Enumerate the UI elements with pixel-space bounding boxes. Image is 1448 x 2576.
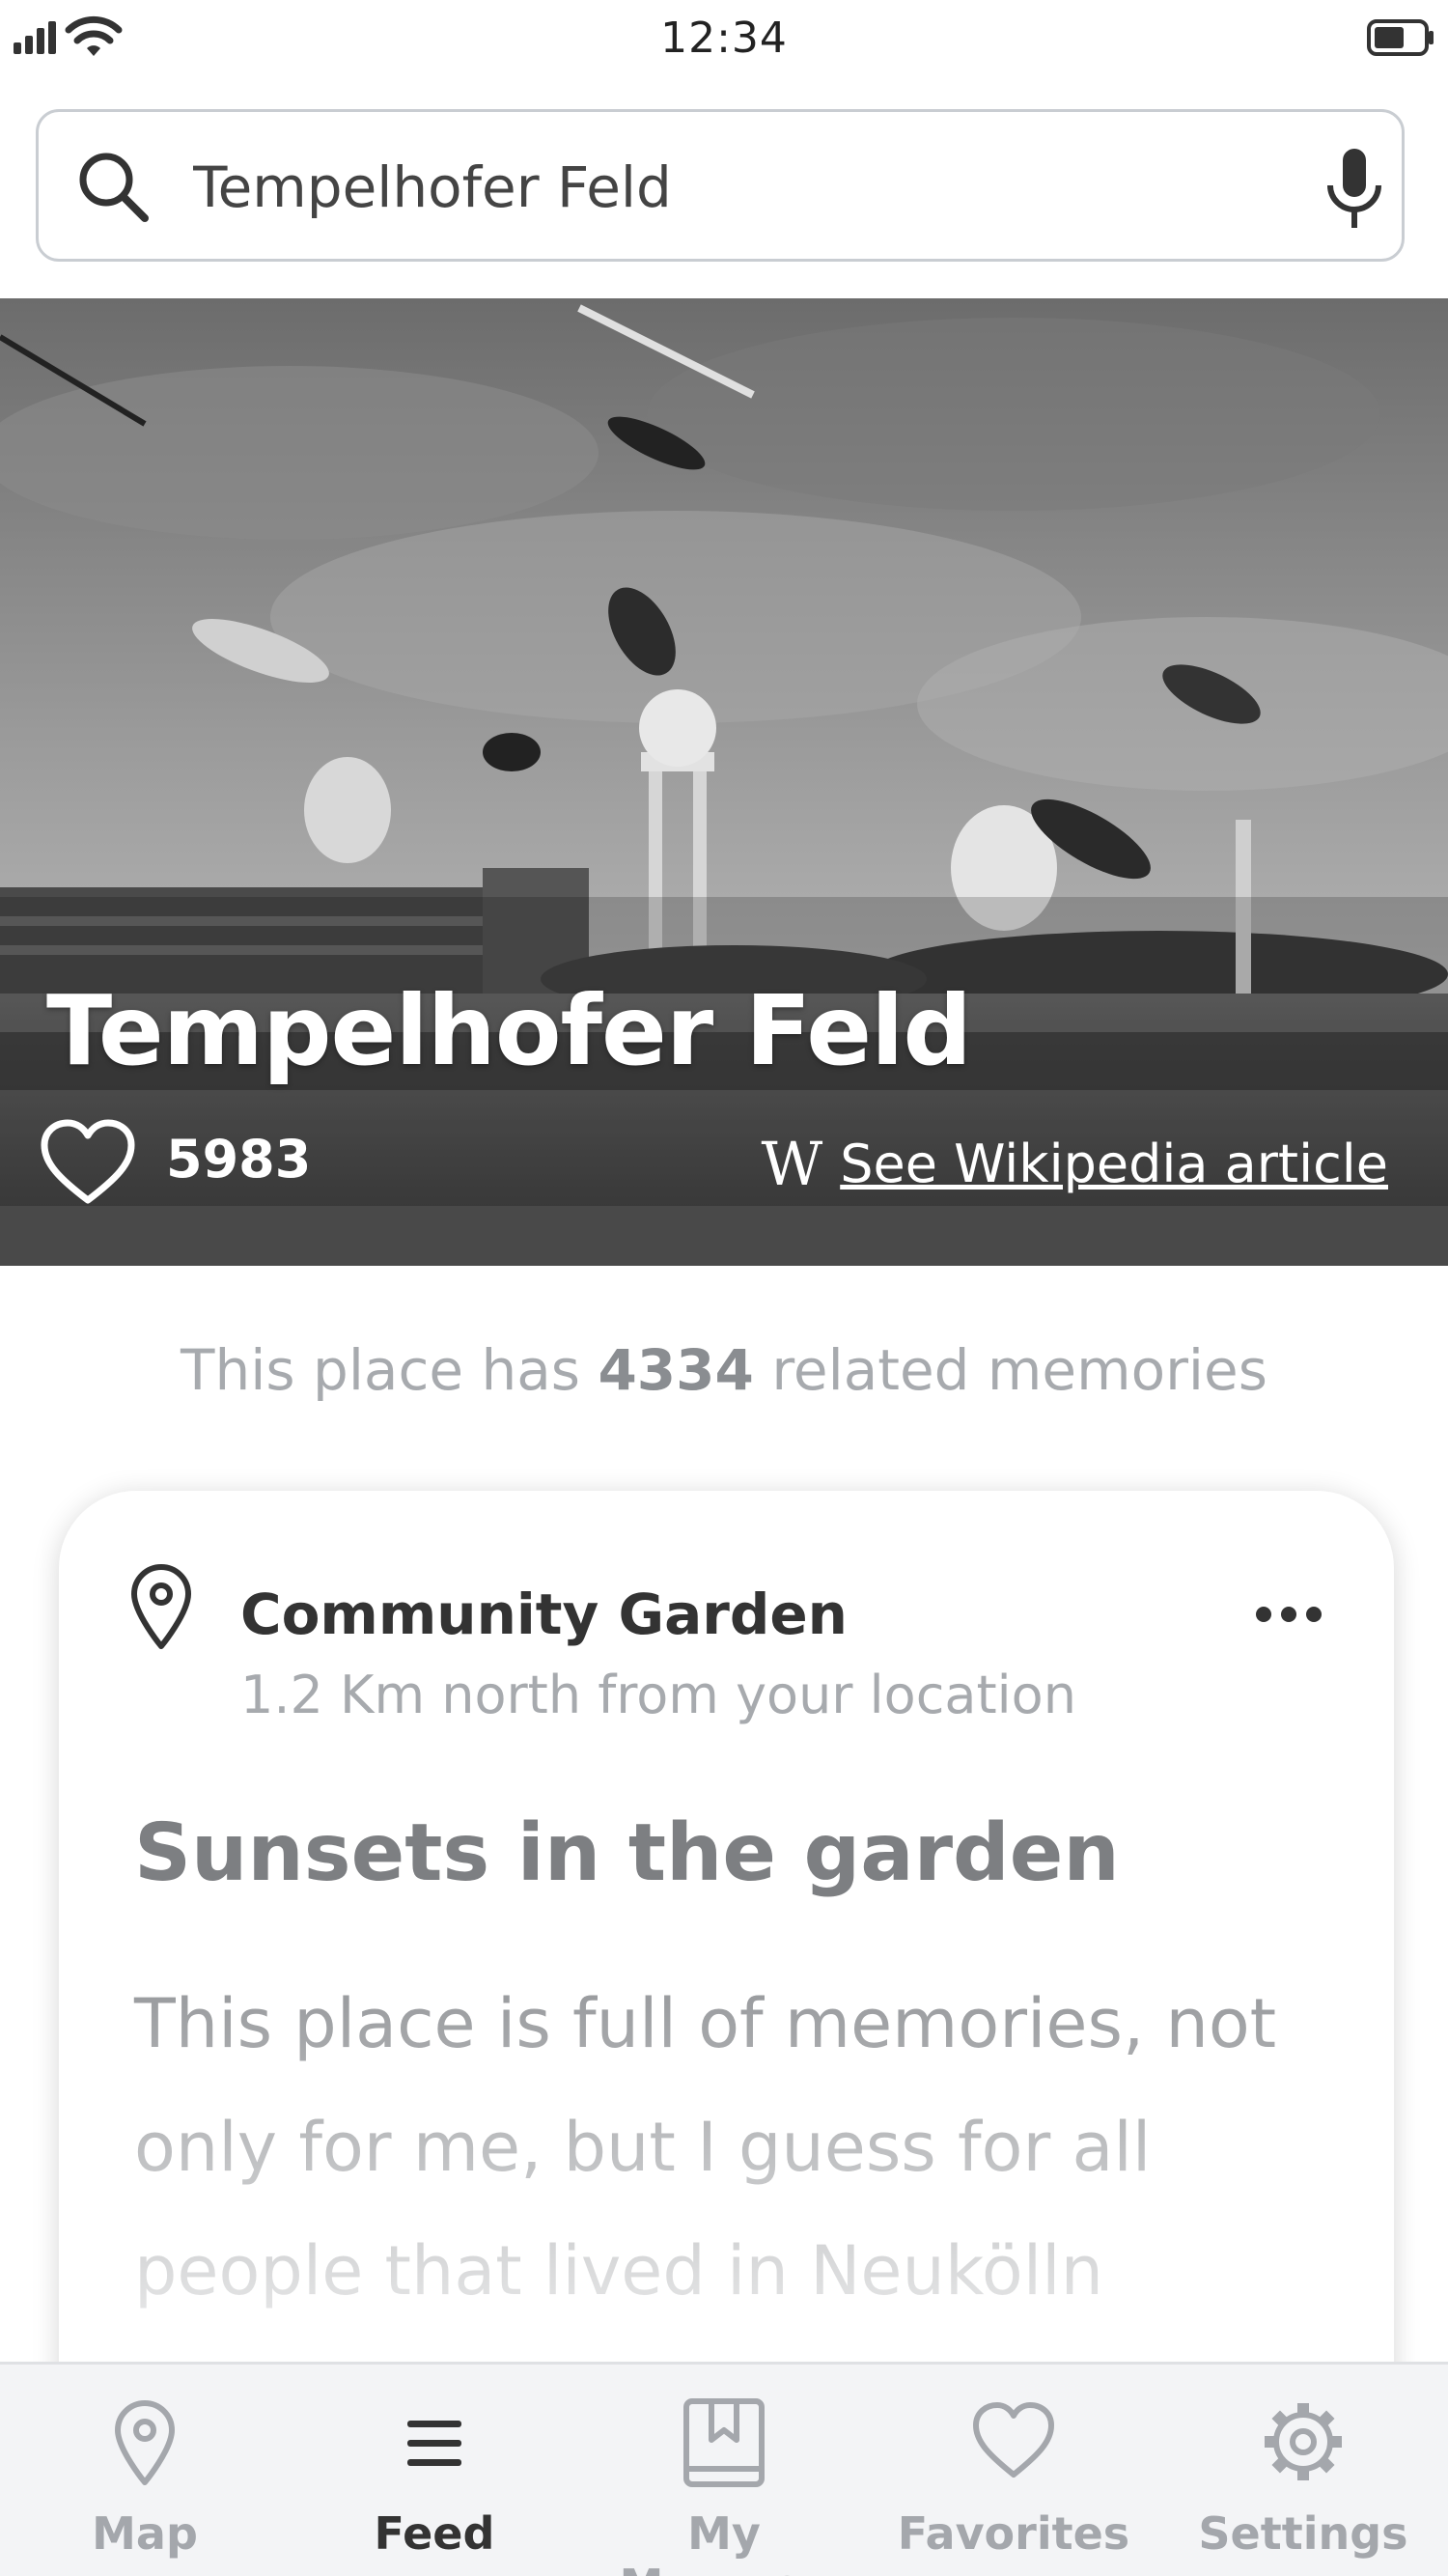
wikipedia-link-label: See Wikipedia article [840,1134,1388,1194]
search-icon [79,153,149,222]
like-count: 5983 [166,1129,312,1190]
tab-bar: Map Feed My Mnemos Favorites [0,2362,1448,2576]
heart-icon[interactable] [41,1119,135,1206]
related-suffix: related memories [753,1337,1267,1403]
wikipedia-icon: W [761,1129,823,1199]
wikipedia-link[interactable]: W See Wikipedia article [761,1129,1388,1199]
place-title: Tempelhofer Feld [46,974,972,1087]
tab-favorites-label: Favorites [897,2507,1130,2560]
tab-map[interactable]: Map [0,2365,290,2576]
related-memories-text: This place has 4334 related memories [0,1337,1448,1403]
memory-title: Sunsets in the garden [134,1807,1120,1899]
related-count: 4334 [598,1337,754,1403]
search-input[interactable] [193,141,1255,234]
place-hero: Tempelhofer Feld 5983 W See Wikipedia ar… [0,298,1448,1266]
bookmark-book-icon [683,2398,765,2487]
memory-card[interactable]: Community Garden 1.2 Km north from your … [59,1491,1394,2456]
tab-my-mnemos-label: My Mnemos [620,2507,829,2576]
tab-feed-label: Feed [374,2507,495,2560]
map-pin-icon [115,2400,175,2485]
location-pin-icon [131,1564,191,1649]
gear-icon [1265,2403,1342,2480]
tab-settings[interactable]: Settings [1158,2365,1448,2576]
related-prefix: This place has [181,1337,599,1403]
card-distance: 1.2 Km north from your location [240,1665,1076,1725]
memory-body: This place is full of memories, not only… [134,1984,1277,2310]
microphone-icon[interactable] [1321,145,1388,232]
battery-icon [1367,19,1434,56]
place-photo [0,298,1448,1266]
tab-my-mnemos[interactable]: My Mnemos [579,2365,869,2576]
more-options-icon[interactable] [1254,1605,1323,1624]
heart-icon [973,2402,1054,2478]
status-bar: 12:34 [0,0,1448,77]
tab-favorites[interactable]: Favorites [869,2365,1158,2576]
search-bar [36,109,1405,262]
tab-feed[interactable]: Feed [290,2365,579,2576]
status-time: 12:34 [660,14,788,63]
tab-map-label: Map [92,2507,198,2560]
card-place-name: Community Garden [240,1582,848,1647]
feed-icon [407,2421,461,2466]
tab-settings-label: Settings [1198,2507,1408,2560]
